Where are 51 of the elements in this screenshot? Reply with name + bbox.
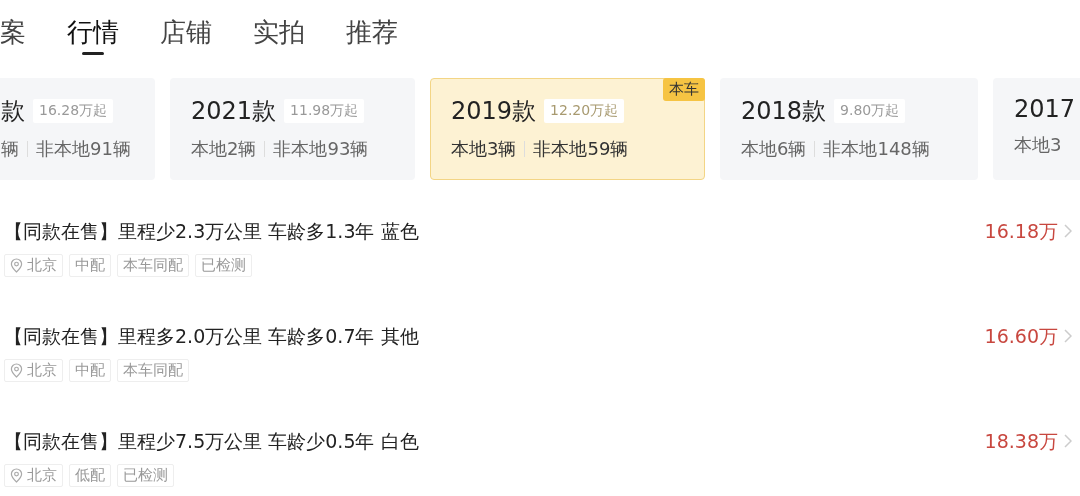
nonlocal-count: 非本地148辆 [823, 137, 930, 161]
listing-price: 18.38万 [984, 429, 1058, 454]
chevron-right-icon[interactable] [1064, 434, 1072, 448]
listing-tag: 低配 [69, 464, 111, 487]
nonlocal-count: 非本地91辆 [36, 137, 131, 161]
listing-tag: 已检测 [195, 254, 252, 277]
tab[interactable]: 行情 [67, 14, 119, 55]
starting-price: 9.80万起 [834, 99, 906, 123]
listing-title[interactable]: 【同款在售】里程少2.3万公里 车龄多1.3年 蓝色 [4, 220, 419, 242]
listing-price: 16.18万 [984, 219, 1058, 244]
listing-tag: 北京 [4, 359, 63, 382]
model-year: 2018款 [741, 96, 827, 127]
tab[interactable]: 店铺 [160, 14, 212, 55]
listing-title[interactable]: 【同款在售】里程多2.0万公里 车龄多0.7年 其他 [4, 325, 419, 347]
listing-tag: 北京 [4, 464, 63, 487]
local-count: 本地6辆 [741, 137, 807, 161]
listing-tag: 本车同配 [117, 359, 189, 382]
starting-price: 16.28万起 [33, 99, 114, 123]
listing-price: 16.60万 [984, 324, 1058, 349]
chevron-right-icon[interactable] [1064, 224, 1072, 238]
starting-price: 11.98万起 [284, 99, 365, 123]
model-year: 款 [1, 96, 25, 127]
tab[interactable]: 实拍 [253, 14, 305, 55]
year-card[interactable]: 2017 本地3 [993, 78, 1080, 180]
model-year: 2021款 [191, 96, 277, 127]
model-year: 2017 [1014, 95, 1076, 123]
listing-title[interactable]: 【同款在售】里程少7.5万公里 车龄少0.5年 白色 [4, 430, 419, 452]
local-count: 本地3 [1014, 133, 1062, 157]
tab[interactable]: 推荐 [346, 14, 398, 55]
year-card[interactable]: 2021款 11.98万起 本地2辆 非本地93辆 [170, 78, 415, 180]
listing-tag: 中配 [69, 359, 111, 382]
location-pin-icon [10, 363, 23, 378]
local-count: 本地3辆 [451, 137, 517, 161]
local-count: 本地2辆 [191, 137, 257, 161]
year-card[interactable]: 款 16.28万起 辆 非本地91辆 [0, 78, 155, 180]
listing-tag: 北京 [4, 254, 63, 277]
listing-tag: 中配 [69, 254, 111, 277]
chevron-right-icon[interactable] [1064, 329, 1072, 343]
year-card[interactable]: 本车 2019款 12.20万起 本地3辆 非本地59辆 [430, 78, 705, 180]
current-car-badge: 本车 [663, 78, 705, 101]
model-year: 2019款 [451, 96, 537, 127]
starting-price: 12.20万起 [544, 99, 625, 123]
location-pin-icon [10, 468, 23, 483]
nonlocal-count: 非本地93辆 [273, 137, 369, 161]
nonlocal-count: 非本地59辆 [533, 137, 629, 161]
tab[interactable]: 案 [0, 14, 26, 55]
listing-tag: 已检测 [117, 464, 174, 487]
year-card[interactable]: 2018款 9.80万起 本地6辆 非本地148辆 [720, 78, 978, 180]
location-pin-icon [10, 258, 23, 273]
local-count: 辆 [1, 137, 19, 161]
listing-tag: 本车同配 [117, 254, 189, 277]
